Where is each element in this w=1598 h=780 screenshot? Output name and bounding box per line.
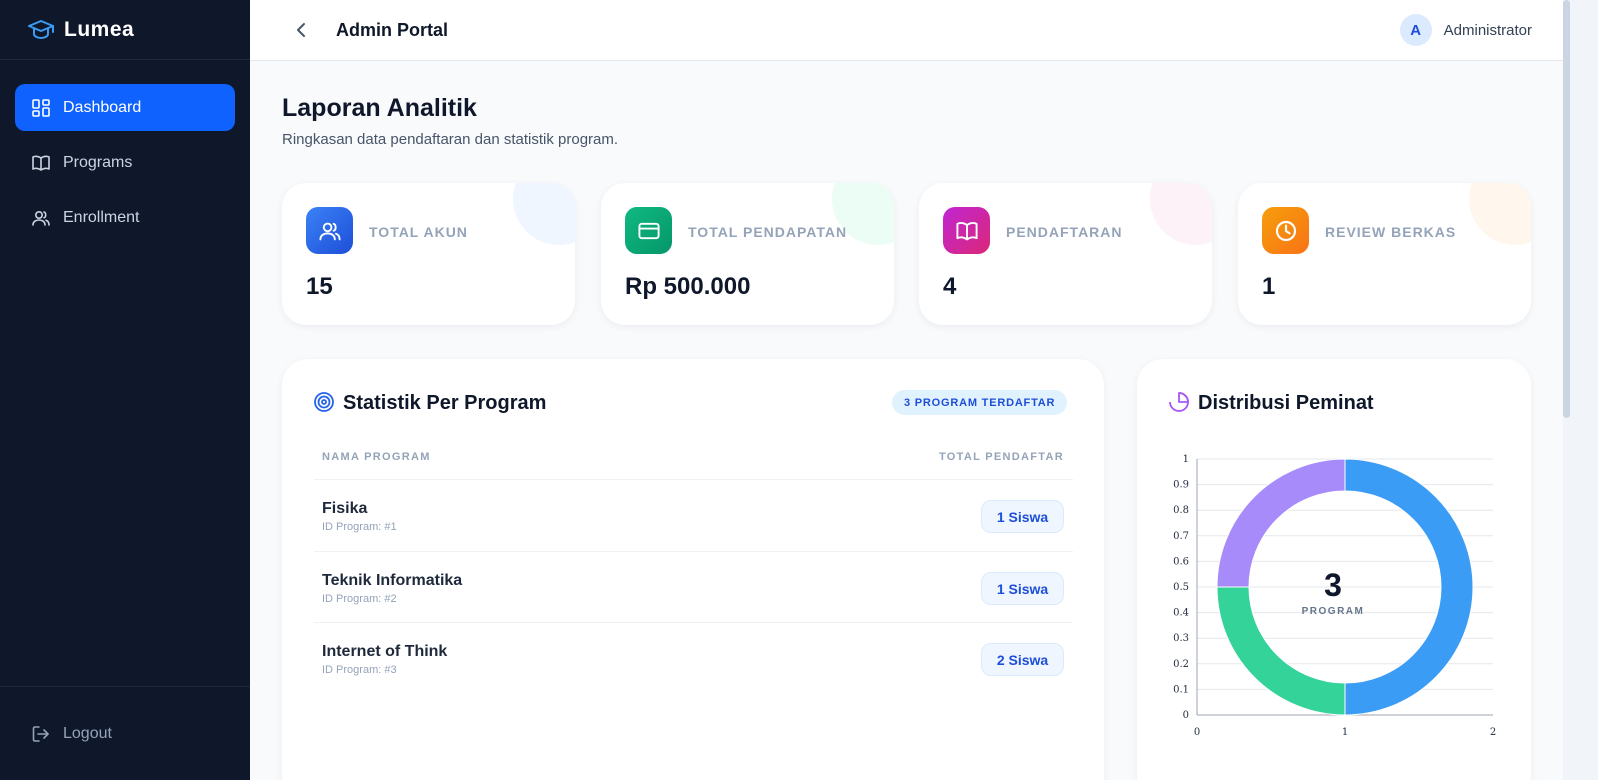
y-tick-label: 0	[1183, 710, 1189, 721]
stat-value: 1	[1262, 273, 1276, 300]
program-name: Fisika	[322, 500, 368, 517]
program-id: ID Program: #2	[322, 593, 397, 605]
stat-label: TOTAL PENDAPATAN	[688, 224, 848, 240]
stat-card-total-akun: TOTAL AKUN 15	[282, 183, 575, 325]
back-button[interactable]	[282, 10, 322, 50]
card-decoration	[1150, 183, 1212, 245]
stat-label: REVIEW BERKAS	[1325, 224, 1457, 240]
y-tick-label: 0.8	[1173, 505, 1189, 516]
y-tick-label: 1	[1183, 454, 1189, 465]
donut-center-label: PROGRAM	[1302, 606, 1365, 617]
donut-center-value: 3	[1324, 567, 1342, 603]
stat-icon-box	[625, 207, 672, 254]
logout-label: Logout	[63, 724, 112, 742]
x-tick-label: 2	[1490, 727, 1496, 738]
stat-card-pendaftaran: PENDAFTARAN 4	[919, 183, 1212, 325]
program-stats-panel: Statistik Per Program 3 PROGRAM TERDAFTA…	[282, 359, 1104, 780]
panel-title: Statistik Per Program	[343, 392, 547, 414]
brand[interactable]: Lumea	[0, 0, 250, 60]
chevron-left-icon	[297, 23, 305, 37]
distribution-donut-chart: 0 0.1 0.2 0.3 0.4 0.5 0.6 0.7 0.8 0.9 1 0 1 2 3 PROGR…	[1173, 454, 1496, 738]
stat-value: 4	[943, 273, 957, 300]
sidebar: Lumea Dashboard Programs Enrollment Logo…	[0, 0, 250, 780]
dashboard-icon	[32, 98, 50, 117]
program-id: ID Program: #1	[322, 521, 397, 533]
program-name: Teknik Informatika	[322, 572, 463, 589]
stat-label: TOTAL AKUN	[369, 224, 468, 240]
stat-card-total-pendapatan: TOTAL PENDAPATAN Rp 500.000	[601, 183, 894, 325]
page-title: Laporan Analitik	[282, 94, 477, 122]
sidebar-item-dashboard[interactable]: Dashboard	[15, 84, 235, 131]
logout-icon	[32, 725, 49, 742]
card-decoration	[1469, 183, 1531, 245]
stat-label: PENDAFTARAN	[1006, 224, 1123, 240]
sidebar-item-label: Enrollment	[63, 208, 140, 226]
user-name: Administrator	[1443, 21, 1532, 39]
user-menu[interactable]: A Administrator	[1399, 14, 1532, 46]
avatar: A	[1399, 14, 1432, 46]
target-icon	[314, 392, 334, 412]
stat-value: Rp 500.000	[625, 273, 751, 300]
program-name: Internet of Think	[322, 643, 448, 660]
y-tick-label: 0.7	[1173, 531, 1189, 542]
sidebar-item-programs[interactable]: Programs	[15, 139, 235, 186]
y-tick-label: 0.2	[1173, 659, 1189, 670]
card-decoration	[513, 183, 575, 245]
enrollment-count-badge: 1 Siswa	[981, 500, 1064, 533]
column-header-total: TOTAL PENDAFTAR	[938, 451, 1064, 463]
credit-card-icon	[637, 222, 660, 239]
portal-title: Admin Portal	[336, 19, 449, 40]
y-tick-label: 0.1	[1173, 684, 1189, 695]
program-count-badge: 3 PROGRAM TERDAFTAR	[892, 390, 1068, 415]
main-content: Laporan Analitik Ringkasan data pendafta…	[250, 61, 1563, 780]
scrollbar-thumb[interactable]	[1563, 0, 1570, 418]
users-icon	[32, 210, 50, 226]
program-id: ID Program: #3	[322, 664, 397, 676]
brand-name: Lumea	[64, 17, 135, 41]
table-row[interactable]: Teknik Informatika ID Program: #2 1 Sisw…	[314, 551, 1073, 623]
book-icon	[32, 155, 50, 171]
sidebar-footer: Logout	[0, 686, 250, 780]
table-row[interactable]: Fisika ID Program: #1 1 Siswa	[314, 479, 1073, 551]
stat-icon-box	[1262, 207, 1309, 254]
page-subtitle: Ringkasan data pendaftaran dan statistik…	[282, 131, 619, 148]
logout-button[interactable]: Logout	[15, 710, 112, 757]
users-icon	[318, 222, 341, 240]
enrollment-count-badge: 1 Siswa	[981, 572, 1064, 605]
x-tick-label: 0	[1194, 727, 1200, 738]
clock-icon	[1275, 220, 1296, 241]
x-tick-label: 1	[1342, 727, 1348, 738]
sidebar-item-label: Dashboard	[63, 98, 142, 116]
sidebar-item-label: Programs	[63, 153, 133, 171]
distribution-panel: Distribusi Peminat 0 0.1 0.2 0.3 0.4 0.5 0.6 0.…	[1137, 359, 1531, 780]
y-tick-label: 0.3	[1173, 633, 1189, 644]
y-tick-label: 0.9	[1173, 480, 1189, 491]
sidebar-item-enrollment[interactable]: Enrollment	[15, 194, 235, 241]
sidebar-nav: Dashboard Programs Enrollment	[0, 60, 250, 241]
table-row[interactable]: Internet of Think ID Program: #3 2 Siswa	[314, 622, 1073, 694]
book-open-icon	[955, 221, 978, 240]
stat-icon-box	[943, 207, 990, 254]
enrollment-count-badge: 2 Siswa	[981, 643, 1064, 676]
stat-icon-box	[306, 207, 353, 254]
column-header-program: NAMA PROGRAM	[322, 451, 431, 463]
y-tick-label: 0.4	[1173, 608, 1189, 619]
topbar: Admin Portal A Administrator	[250, 0, 1563, 61]
stat-value: 15	[306, 273, 333, 300]
stat-card-review-berkas: REVIEW BERKAS 1	[1238, 183, 1531, 325]
y-tick-label: 0.5	[1173, 582, 1189, 593]
graduation-cap-icon	[28, 19, 54, 39]
y-tick-label: 0.6	[1173, 556, 1189, 567]
